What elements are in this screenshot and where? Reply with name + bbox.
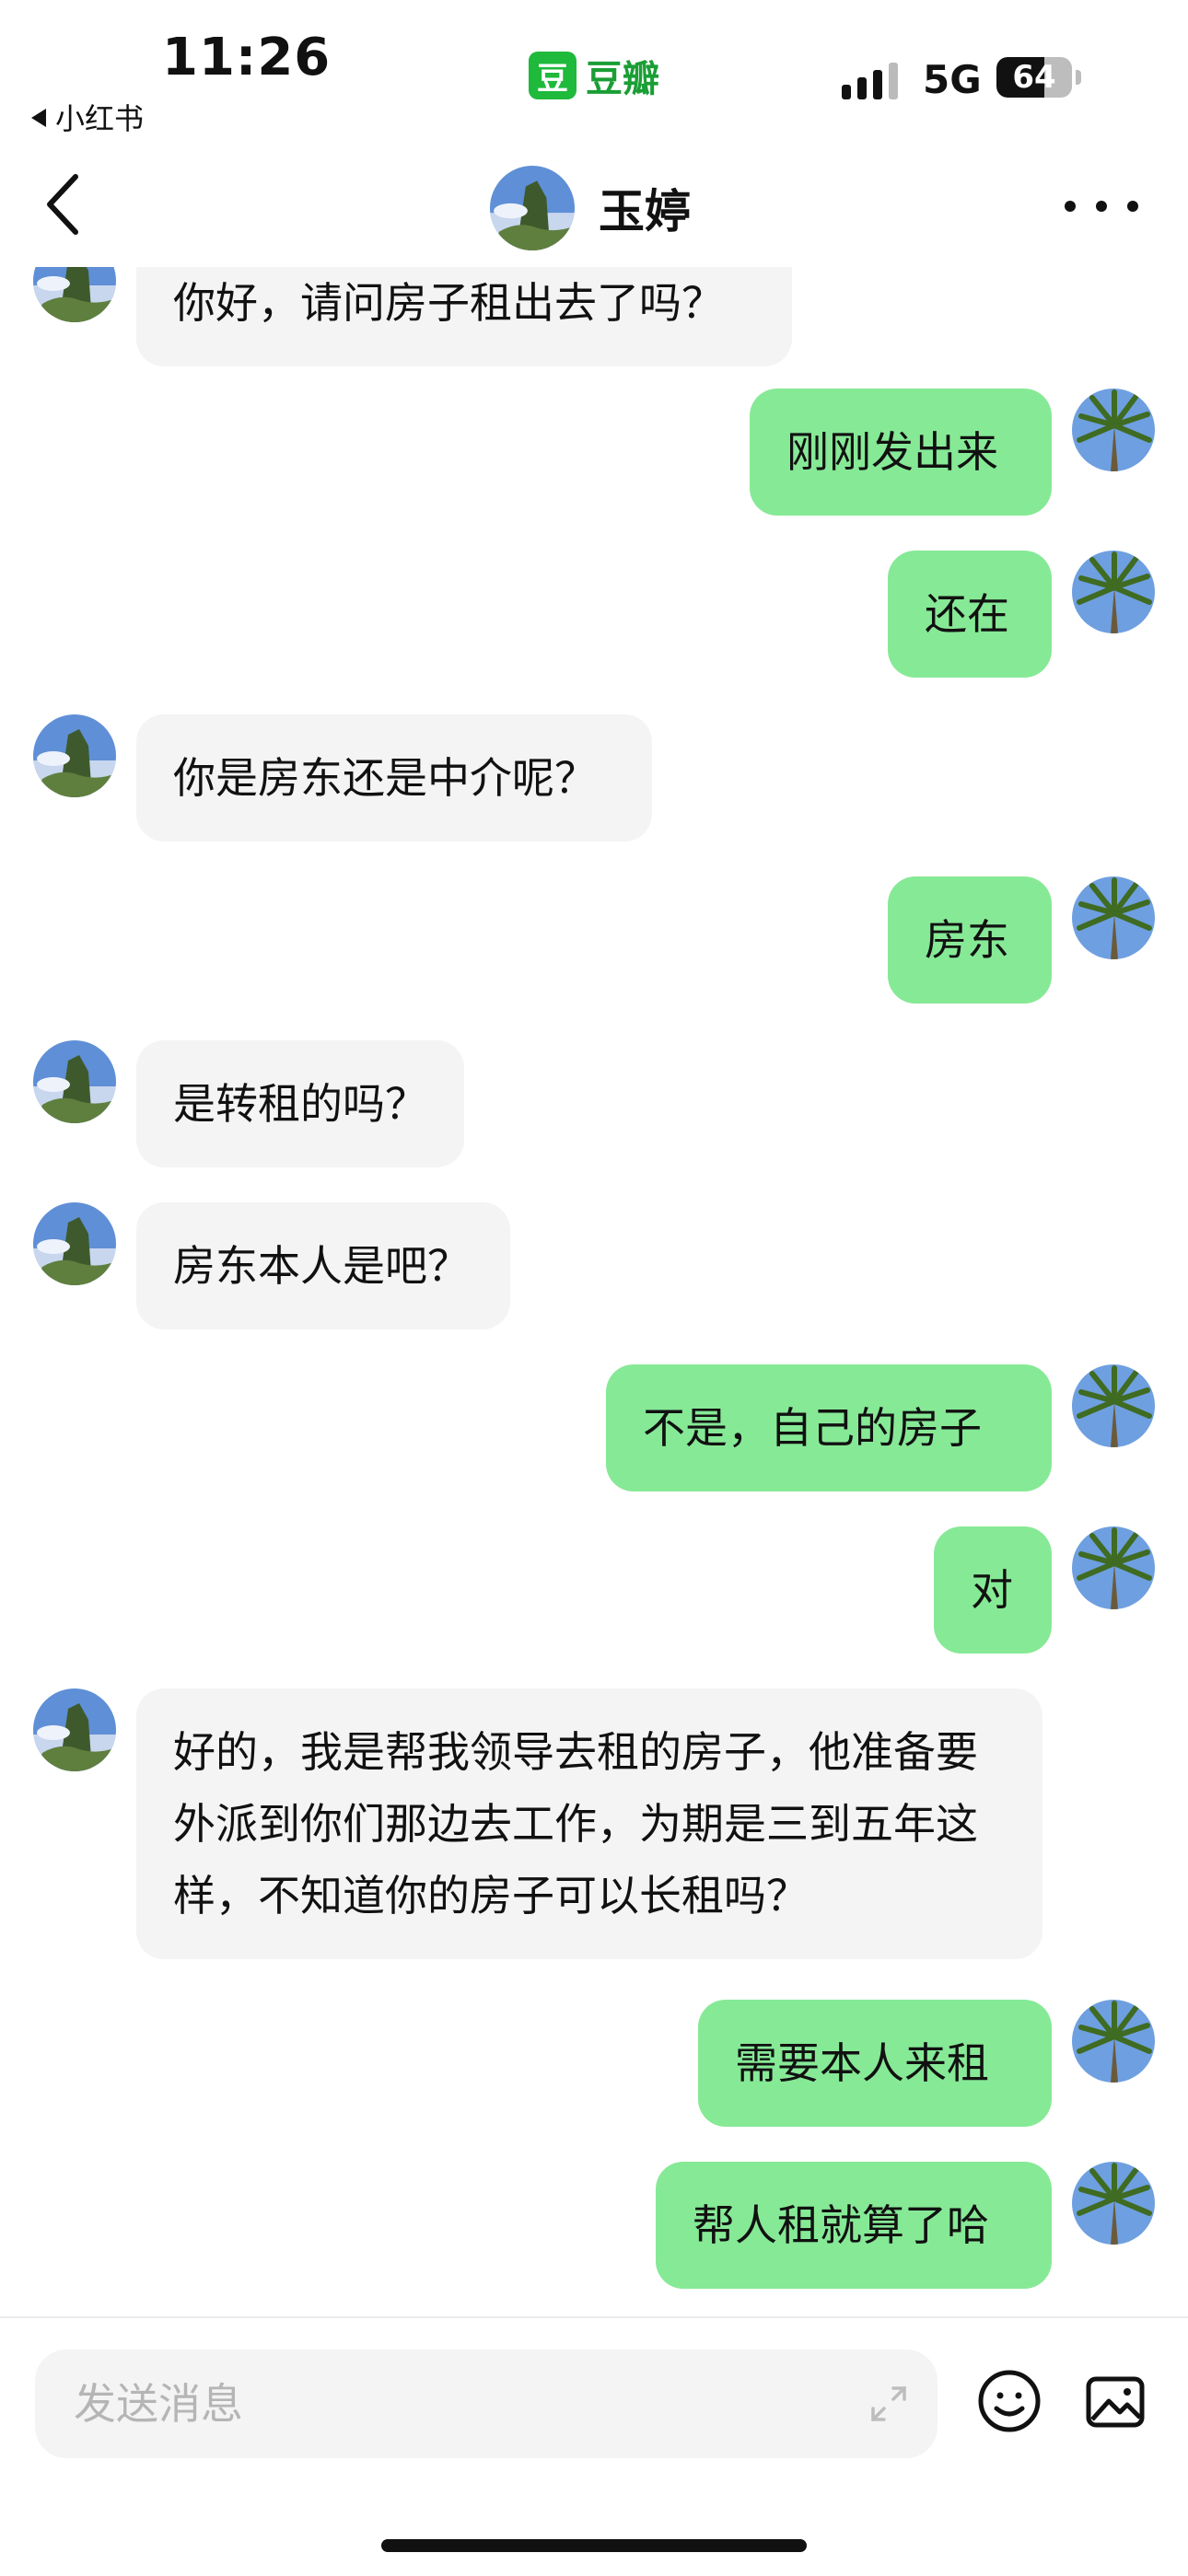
contact-avatar[interactable] — [33, 1688, 116, 1771]
my-avatar[interactable] — [1072, 2000, 1155, 2083]
input-bar — [0, 2316, 1188, 2576]
more-dots-icon[interactable] — [1065, 179, 1138, 234]
message-bubble[interactable]: 帮人租就算了哈 — [656, 2162, 1052, 2289]
contact-avatar[interactable] — [33, 1202, 116, 1285]
my-avatar[interactable] — [1072, 551, 1155, 633]
contact-avatar[interactable] — [33, 267, 116, 322]
message-bubble[interactable]: 你是房东还是中介呢？ — [136, 714, 652, 841]
message-bubble[interactable]: 需要本人来租 — [698, 2000, 1052, 2127]
message-bubble[interactable]: 你好，请问房子租出去了吗？ — [136, 267, 792, 366]
back-to-app-link[interactable]: 小红书 — [31, 96, 144, 138]
contact-avatar[interactable] — [490, 166, 575, 250]
expand-icon[interactable] — [866, 2381, 912, 2427]
my-avatar[interactable] — [1072, 1526, 1155, 1609]
message-bubble[interactable]: 房东本人是吧？ — [136, 1202, 510, 1329]
app-badge: 豆 豆瓣 — [529, 52, 659, 100]
signal-icon — [842, 63, 899, 99]
app-name: 豆瓣 — [586, 58, 659, 100]
my-avatar[interactable] — [1072, 1364, 1155, 1447]
my-avatar[interactable] — [1072, 876, 1155, 959]
status-bar: 11:26 小红书 豆 豆瓣 5G 64 — [0, 0, 1188, 147]
contact-info[interactable]: 玉婷 — [490, 166, 691, 250]
message-list[interactable]: 你好，请问房子租出去了吗？ 刚刚发出来还在你是房东还是中介呢？ 房东是转租的吗？ 房东… — [0, 267, 1188, 2316]
message-bubble[interactable]: 不是，自己的房子 — [606, 1364, 1052, 1491]
contact-avatar[interactable] — [33, 1040, 116, 1123]
image-icon[interactable] — [1081, 2370, 1149, 2434]
back-app-label: 小红书 — [55, 101, 145, 136]
contact-name: 玉婷 — [599, 185, 691, 238]
network-type: 5G — [923, 57, 982, 102]
message-bubble[interactable]: 好的，我是帮我领导去租的房子，他准备要外派到你们那边去工作，为期是三到五年这样，… — [136, 1688, 1042, 1959]
home-indicator — [381, 2539, 807, 2552]
status-time: 11:26 — [162, 28, 332, 87]
message-bubble[interactable]: 是转租的吗？ — [136, 1040, 464, 1167]
emoji-icon[interactable] — [976, 2368, 1042, 2434]
douban-logo-icon: 豆 — [529, 52, 577, 99]
battery-level: 64 — [1012, 59, 1056, 96]
my-avatar[interactable] — [1072, 2162, 1155, 2245]
back-triangle-icon — [31, 109, 46, 127]
message-bubble[interactable]: 还在 — [888, 551, 1052, 678]
message-input[interactable] — [35, 2350, 938, 2458]
message-bubble[interactable]: 房东 — [888, 876, 1052, 1004]
battery-icon: 64 — [996, 57, 1072, 98]
my-avatar[interactable] — [1072, 389, 1155, 471]
battery-tip — [1076, 70, 1081, 85]
message-bubble[interactable]: 对 — [934, 1526, 1052, 1654]
chevron-left-icon[interactable] — [39, 168, 94, 241]
chat-header: 玉婷 — [0, 147, 1188, 267]
contact-avatar[interactable] — [33, 714, 116, 797]
message-bubble[interactable]: 刚刚发出来 — [750, 389, 1052, 516]
